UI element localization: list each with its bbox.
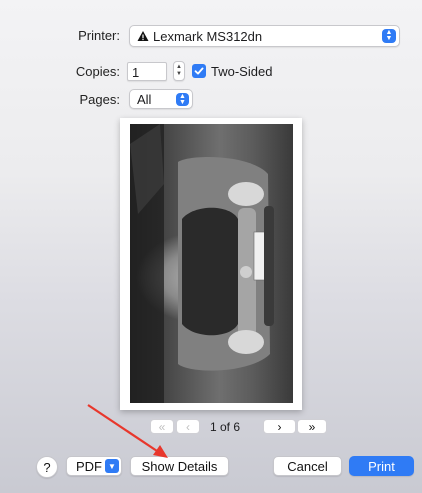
- chevron-left-icon: ‹: [186, 419, 190, 434]
- print-button[interactable]: Print: [349, 456, 414, 476]
- chevron-updown-icon: ▲ ▼: [382, 29, 396, 43]
- first-page-button[interactable]: «: [150, 419, 174, 434]
- checkmark-icon: [194, 67, 204, 75]
- car-photo-image: [130, 124, 274, 403]
- chevron-updown-icon: ▲ ▼: [176, 93, 189, 106]
- cancel-label: Cancel: [287, 458, 328, 474]
- pages-value: All: [137, 92, 152, 107]
- pdf-button[interactable]: PDF ▼: [66, 456, 122, 476]
- two-sided-checkbox[interactable]: [192, 64, 206, 78]
- pages-label: Pages:: [79, 92, 120, 107]
- stepper-up-icon: ▲: [176, 64, 182, 70]
- double-chevron-left-icon: «: [158, 419, 166, 434]
- pdf-label: PDF: [76, 458, 102, 474]
- pages-popup[interactable]: All ▲ ▼: [129, 89, 193, 109]
- cancel-button[interactable]: Cancel: [273, 456, 342, 476]
- help-label: ?: [43, 459, 51, 475]
- copies-label: Copies:: [75, 64, 120, 79]
- print-preview: [120, 118, 302, 410]
- show-details-label: Show Details: [141, 458, 218, 474]
- show-details-button[interactable]: Show Details: [130, 456, 229, 476]
- next-page-button[interactable]: ›: [263, 419, 296, 434]
- stepper-down-icon: ▼: [176, 71, 182, 77]
- help-button[interactable]: ?: [36, 456, 58, 478]
- chevron-right-icon: ›: [277, 419, 282, 434]
- two-sided-label: Two-Sided: [211, 64, 273, 79]
- double-chevron-right-icon: »: [308, 419, 316, 434]
- page-indicator: 1 of 6: [210, 420, 241, 434]
- preview-photo: [130, 124, 293, 403]
- print-label: Print: [368, 458, 395, 474]
- printer-label: Printer:: [78, 28, 120, 43]
- chevron-down-icon: ▼: [105, 459, 119, 473]
- printer-popup[interactable]: Lexmark MS312dn ▲ ▼: [129, 25, 400, 47]
- copies-input[interactable]: 1: [127, 62, 167, 81]
- last-page-button[interactable]: »: [297, 419, 327, 434]
- previous-page-button[interactable]: ‹: [176, 419, 200, 434]
- copies-value: 1: [132, 65, 140, 80]
- printer-value: Lexmark MS312dn: [153, 29, 263, 44]
- copies-stepper[interactable]: ▲ ▼: [173, 61, 185, 81]
- warning-icon: [137, 30, 149, 42]
